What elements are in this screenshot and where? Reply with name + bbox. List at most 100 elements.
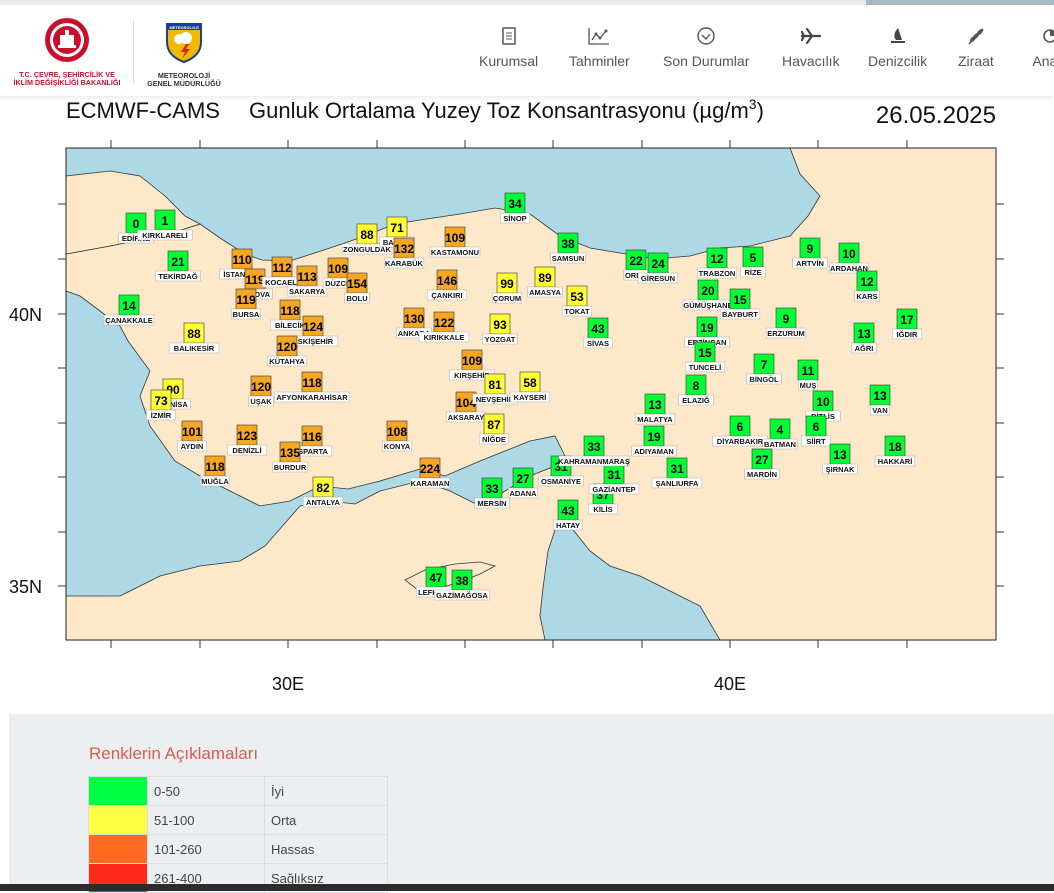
- legend-color-swatch: [88, 776, 148, 806]
- station-name: BATMAN: [764, 440, 796, 449]
- station-name: NEVŞEHİR: [476, 395, 515, 404]
- station-value: 113: [297, 270, 317, 284]
- station-value: 31: [670, 462, 684, 476]
- station-value: 118: [302, 376, 322, 390]
- station-value: 6: [813, 420, 820, 434]
- station-name: ESKİŞEHİR: [293, 337, 334, 346]
- station-value: 120: [251, 380, 271, 394]
- station-value: 87: [487, 418, 501, 432]
- station-value: 112: [272, 261, 292, 275]
- station-name: ISPARTA: [296, 447, 328, 456]
- map-title-close: ): [757, 98, 764, 123]
- station-name: KARAMAN: [411, 479, 450, 488]
- station-value: 58: [523, 376, 537, 390]
- station-value: 146: [437, 274, 457, 288]
- station-name: ŞIRNAK: [826, 465, 855, 474]
- legend-category: İyi: [264, 776, 388, 806]
- station-value: 93: [493, 318, 507, 332]
- nav-kurumsal[interactable]: Kurumsal: [479, 27, 538, 69]
- station-value: 6: [737, 420, 744, 434]
- nav-label: Anali: [1032, 53, 1054, 69]
- station-value: 24: [651, 257, 665, 271]
- nav-denizcilik[interactable]: Denizcilik: [868, 27, 927, 69]
- station-name: GÜMÜŞHANE: [683, 301, 732, 310]
- station-name: KIRKLARELİ: [142, 231, 187, 240]
- nav-son-durumlar[interactable]: Son Durumlar: [663, 27, 749, 69]
- station-value: 38: [455, 574, 469, 588]
- dust-concentration-map: ECMWF-CAMS Gunluk Ortalama Yuzey Toz Kon…: [9, 96, 1004, 694]
- station-value: 43: [591, 322, 605, 336]
- document-icon: [501, 27, 516, 45]
- station-name: SİNOP: [503, 214, 526, 223]
- station-value: 73: [154, 394, 168, 408]
- station-value: 82: [316, 481, 330, 495]
- station-value: 88: [187, 327, 201, 341]
- station-value: 19: [647, 430, 661, 444]
- station-name: KIRIKKALE: [424, 333, 465, 342]
- station-name: MERSİN: [477, 499, 506, 508]
- station-marker: 120 UŞAK: [248, 375, 274, 407]
- station-name: AYDIN: [181, 442, 204, 451]
- station-name: BİLECİK: [275, 321, 306, 330]
- bottom-bar: [0, 884, 1054, 891]
- station-name: ERZURUM: [767, 329, 805, 338]
- map-date: 26.05.2025: [876, 102, 996, 129]
- x-axis-label: 30E: [272, 674, 304, 694]
- station-name: BAYBURT: [722, 310, 758, 319]
- station-value: 31: [607, 468, 621, 482]
- station-name: BİNGÖL: [749, 375, 779, 384]
- station-value: 89: [538, 271, 552, 285]
- analysis-icon: [1043, 29, 1054, 43]
- station-value: 109: [462, 354, 482, 368]
- station-value: 132: [394, 242, 414, 256]
- station-name: KARS: [856, 292, 877, 301]
- legend-table: 0-50 İyi 51-100 Orta 101-260 Hassas 261-400 Sağ…: [88, 776, 388, 893]
- nav-label: Son Durumlar: [663, 53, 750, 69]
- station-name: MUĞLA: [201, 477, 229, 486]
- station-name: NİĞDE: [482, 435, 506, 444]
- map-model-label: ECMWF-CAMS: [66, 98, 220, 123]
- station-name: DENİZLİ: [232, 446, 261, 455]
- sailboat-icon: [890, 28, 905, 43]
- station-value: 10: [816, 395, 830, 409]
- station-name: VAN: [872, 406, 887, 415]
- nav-havacilik[interactable]: Havacılık: [782, 27, 840, 69]
- legend-color-swatch: [88, 834, 148, 864]
- station-marker: 5 RİZE: [740, 246, 766, 278]
- station-name: KARABÜK: [385, 259, 423, 268]
- station-name: ÇANKIRI: [431, 291, 462, 300]
- nav-analiz[interactable]: Anali: [1023, 27, 1054, 69]
- station-value: 109: [445, 231, 465, 245]
- station-name: AMASYA: [529, 288, 561, 297]
- station-value: 99: [500, 277, 514, 291]
- station-value: 108: [387, 425, 407, 439]
- nav-ziraat[interactable]: Ziraat: [958, 27, 994, 69]
- legend-range: 51-100: [147, 805, 265, 835]
- station-name: SİVAS: [587, 339, 609, 348]
- station-value: 118: [205, 460, 225, 474]
- station-name: KÜTAHYA: [269, 357, 305, 366]
- station-value: 124: [303, 320, 323, 334]
- station-name: SİİRT: [806, 437, 826, 446]
- station-name: BURSA: [233, 310, 260, 319]
- station-value: 18: [888, 440, 902, 454]
- station-value: 19: [700, 321, 714, 335]
- y-axis-label: 40N: [9, 305, 42, 325]
- nav-label: Ziraat: [958, 53, 994, 69]
- station-name: MUŞ: [800, 381, 817, 390]
- station-value: 15: [698, 346, 712, 360]
- station-value: 10: [842, 247, 856, 261]
- station-name: ŞANLIURFA: [656, 479, 700, 488]
- station-name: TEKİRDAĞ: [158, 272, 197, 281]
- station-name: RİZE: [744, 268, 761, 277]
- station-value: 14: [122, 299, 136, 313]
- station-name: ÇORUM: [493, 294, 521, 303]
- nav-tahminler[interactable]: Tahminler: [569, 27, 630, 69]
- station-marker: 12 KARS: [854, 270, 880, 302]
- station-name: KİLİS: [593, 505, 612, 514]
- station-value: 12: [860, 275, 874, 289]
- check-circle-icon: [697, 27, 715, 45]
- station-name: OSMANİYE: [541, 477, 581, 486]
- station-value: 13: [857, 327, 871, 341]
- station-value: 71: [390, 221, 404, 235]
